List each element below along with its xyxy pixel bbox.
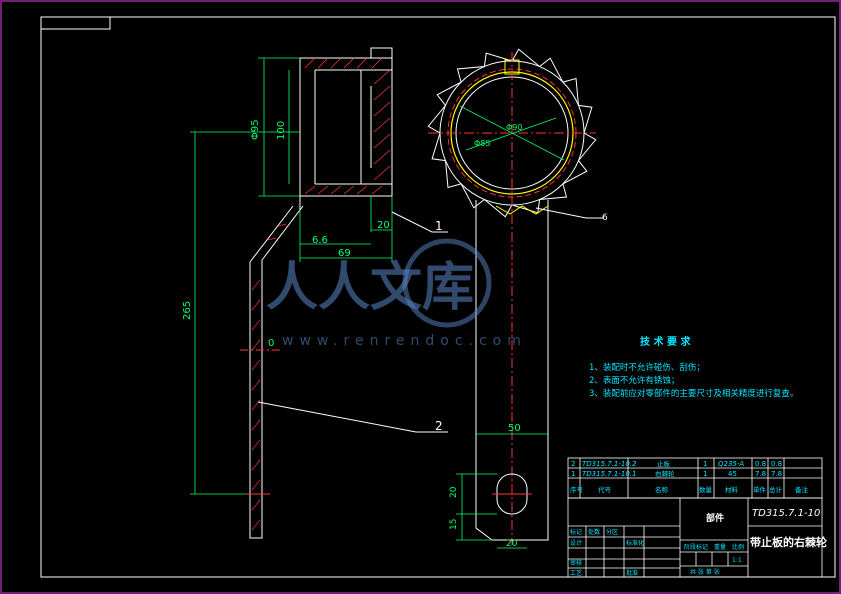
corner-tag-box: [40, 16, 111, 30]
part-row-1-total: 7.8: [771, 470, 782, 478]
watermark: 人人文库 www.renrendoc.com: [266, 238, 527, 349]
header-qty: 数量: [699, 485, 713, 494]
tb-label-weight: 重量: [714, 543, 726, 551]
dim-6: 6: [602, 213, 608, 223]
part-row-2-total: 0.8: [771, 460, 782, 468]
part-row-1-no: 1: [571, 470, 575, 478]
notes-title: 技 术 要 求: [640, 335, 691, 348]
header-material: 材料: [725, 485, 739, 494]
part-row-1-code: TD315.7.1-10.1: [582, 470, 637, 478]
leader-2: 2: [435, 419, 443, 433]
part-row-2-unit: 0.8: [755, 460, 766, 468]
tb-label-process: 工艺: [570, 569, 582, 577]
dim-width-20: 20: [506, 539, 518, 549]
dim-15: 15: [449, 519, 459, 530]
parts-list-text: 2 TD315.7.1-10.2 止板 1 Q235-A 0.8 0.8 1 T…: [570, 459, 809, 494]
dim-zero: 0: [268, 338, 274, 349]
part-row-2-code: TD315.7.1-10.2: [582, 460, 637, 468]
dim-dia-95: Φ95: [250, 119, 261, 140]
dim-50: 50: [508, 423, 521, 434]
dim-6-6: 6.6: [312, 235, 328, 246]
dim-265: 265: [182, 301, 193, 320]
leader-1: 1: [435, 219, 443, 233]
tb-label-mark: 标记: [570, 528, 582, 536]
header-unit: 单件: [753, 485, 767, 494]
technical-notes: 技 术 要 求 1、装配时不允许碰伤、刮伤； 2、表面不允许有锈蚀； 3、装配前…: [589, 335, 798, 399]
dim-dia-85: Φ85: [474, 139, 490, 148]
tb-label-design: 设计: [570, 539, 582, 547]
title-block-text: 部件 TD315.7.1-10 带止板的右棘轮 标记 处数 分区 设计 审核 工…: [570, 508, 827, 577]
header-no: 序号: [570, 485, 584, 494]
part-row-2-no: 2: [571, 460, 575, 468]
drawing-number: TD315.7.1-10: [752, 508, 820, 519]
note-1: 1、装配时不允许碰伤、刮伤；: [589, 362, 705, 373]
part-row-2-material: Q235-A: [718, 460, 744, 468]
dim-20: 20: [377, 220, 390, 231]
dim-100: 100: [276, 121, 287, 140]
tb-label-standard: 标准化: [626, 539, 644, 547]
dim-slot-20: 20: [449, 486, 459, 498]
part-row-1-material: 45: [728, 470, 737, 478]
header-remark: 备注: [795, 485, 809, 494]
watermark-url: www.renrendoc.com: [282, 333, 527, 349]
part-row-2-qty: 1: [703, 460, 707, 468]
tb-label-stage: 阶段标记: [684, 543, 708, 551]
tb-sheet: 共 张 第 张: [690, 568, 720, 576]
tb-label-scale: 比例: [732, 543, 744, 551]
tb-label-review: 审核: [570, 559, 582, 567]
part-row-2-name: 止板: [657, 459, 671, 468]
part-row-1-unit: 7.8: [755, 470, 766, 478]
tb-label-zone: 分区: [606, 528, 618, 536]
part-row-1-qty: 1: [703, 470, 707, 478]
header-name: 名称: [655, 485, 669, 494]
dim-dia-90: Φ90: [506, 123, 522, 132]
part-name: 带止板的右棘轮: [750, 535, 827, 549]
part-row-1-name: 右棘轮: [655, 469, 675, 478]
tb-label-count: 处数: [588, 528, 600, 536]
header-total: 总计: [769, 485, 783, 494]
part-type: 部件: [706, 512, 724, 524]
tb-scale: 1:1: [732, 557, 742, 564]
note-3: 3、装配前应对零部件的主要尺寸及相关精度进行复查。: [589, 388, 798, 399]
header-code: 代号: [598, 485, 612, 494]
tb-label-approve: 批准: [626, 569, 638, 577]
note-2: 2、表面不允许有锈蚀；: [589, 375, 679, 386]
watermark-brand: 人人文库: [266, 258, 474, 318]
cad-drawing: Φ95 100 6.6 69 20 265 0 1 2 Φ90 Φ85 6 50…: [0, 0, 841, 594]
